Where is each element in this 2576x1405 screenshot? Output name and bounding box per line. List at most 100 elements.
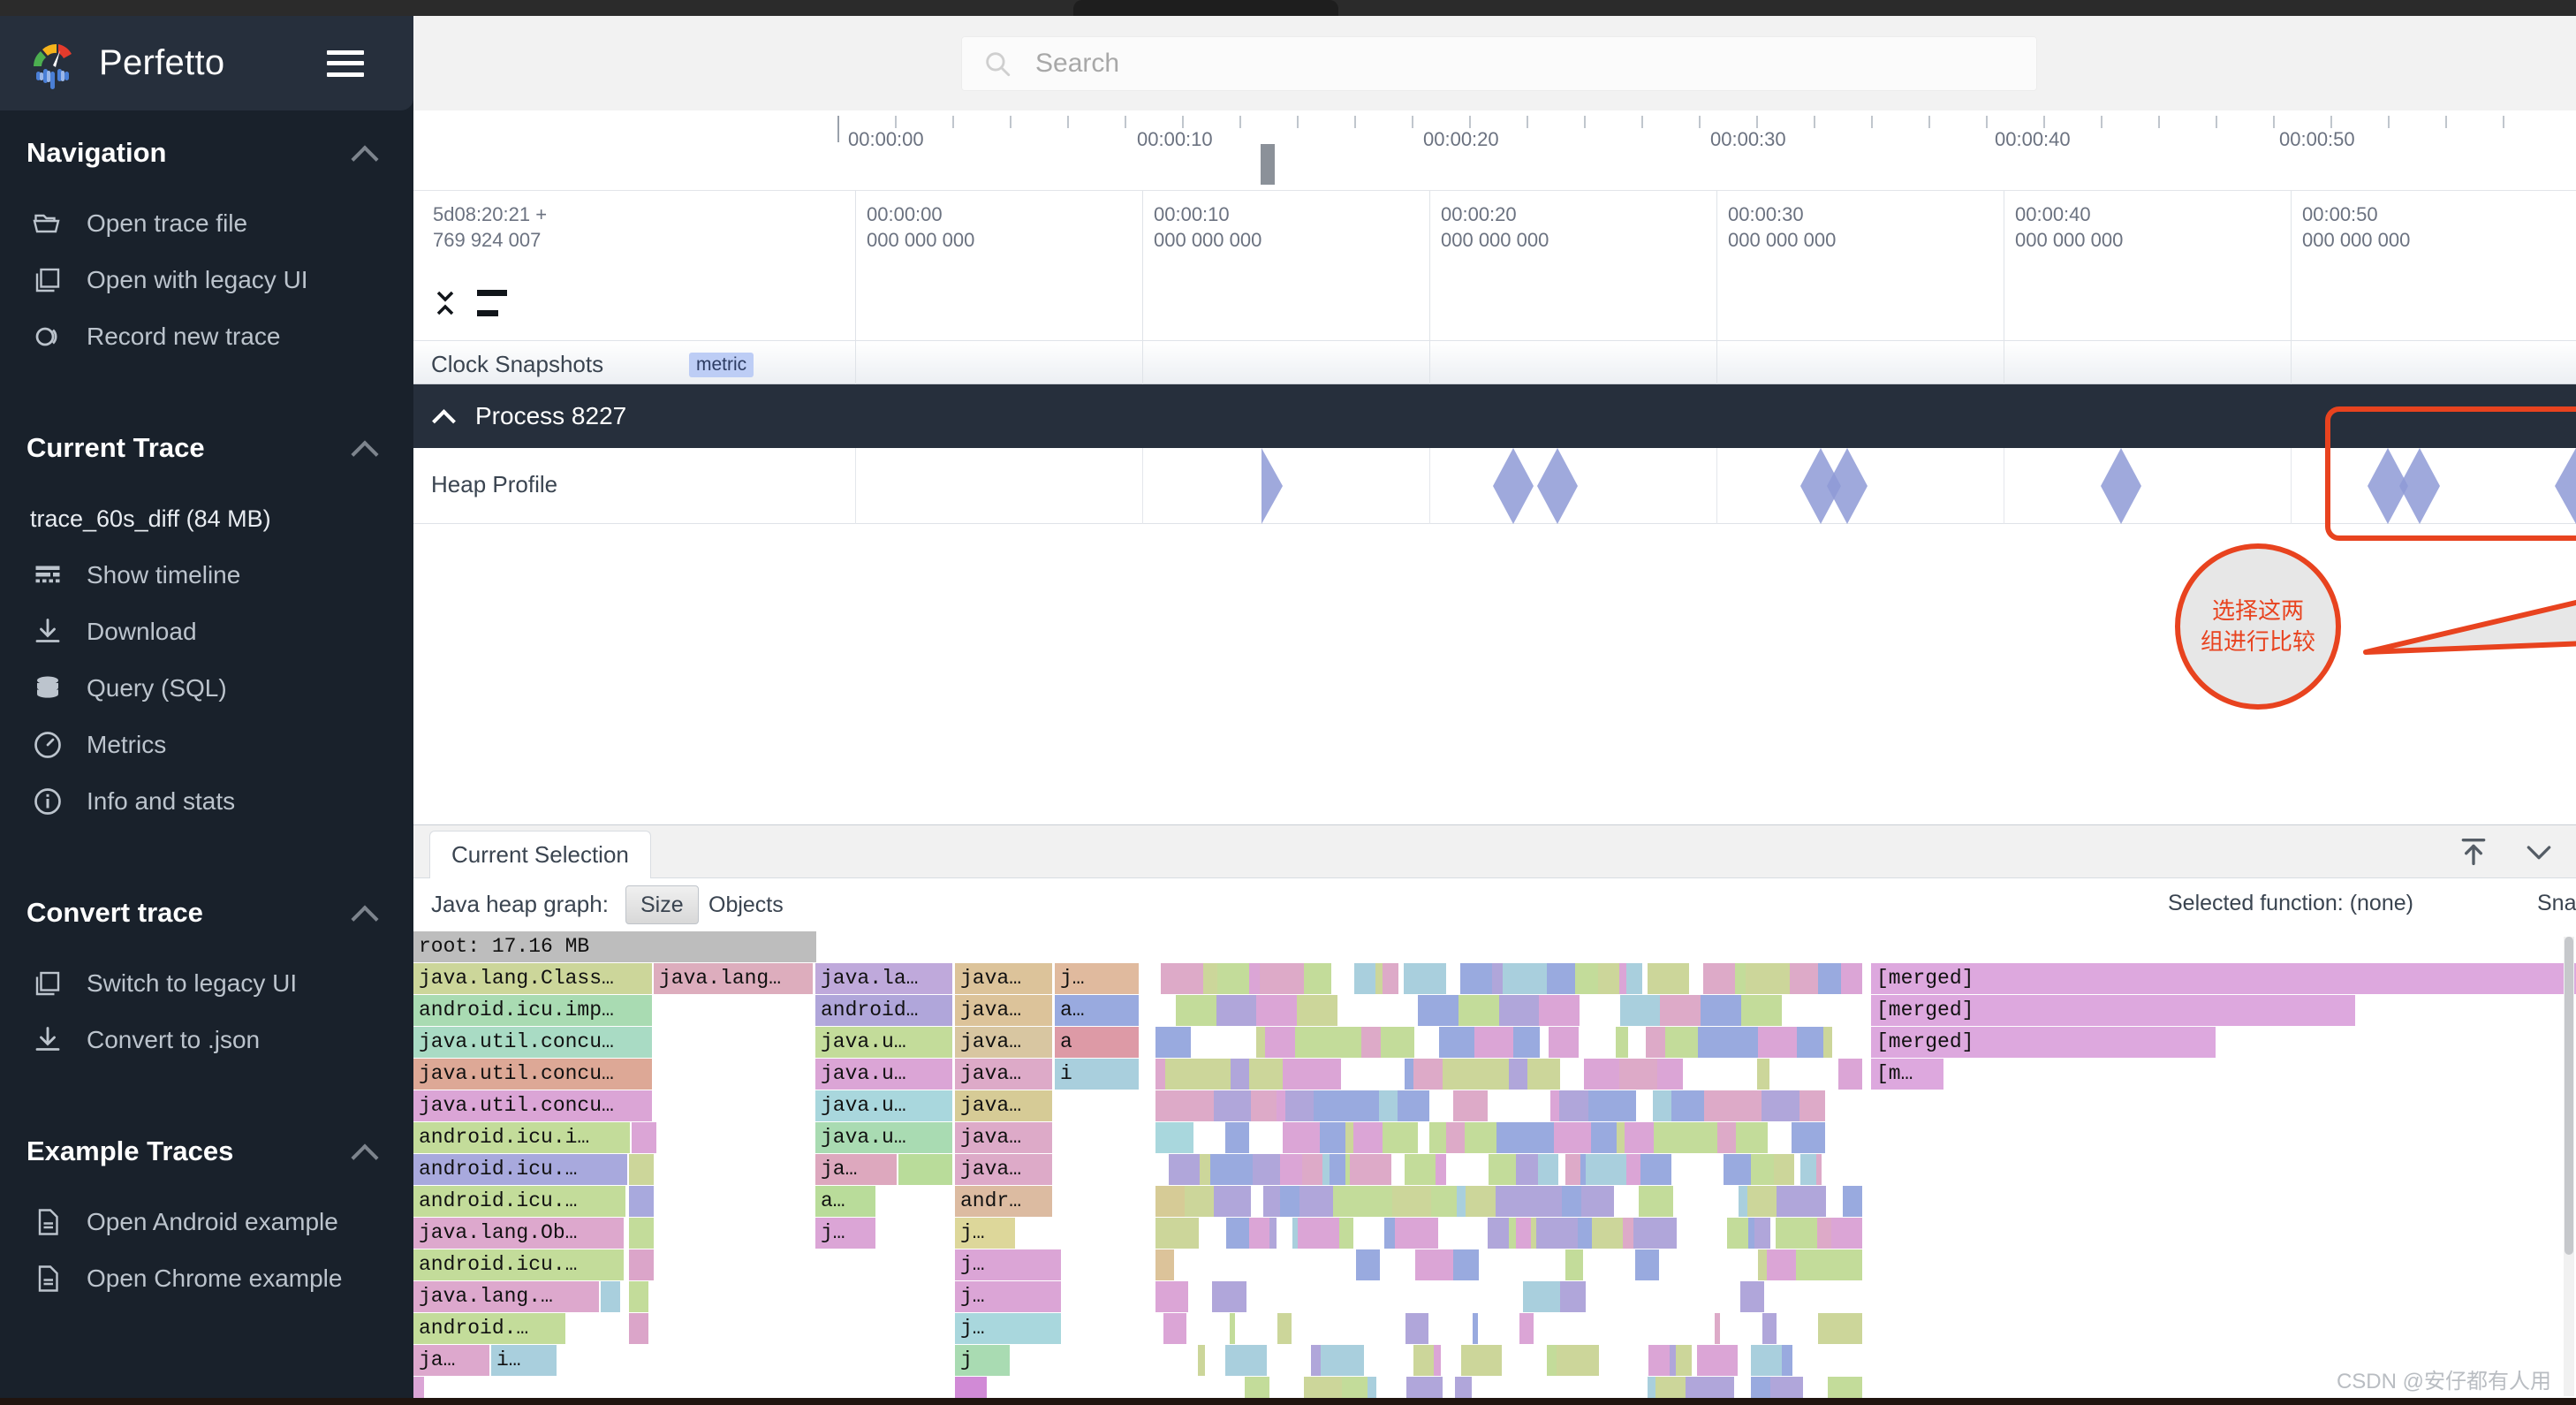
flamegraph-cell[interactable] <box>1155 1345 1178 1376</box>
flamegraph-cell[interactable] <box>1769 1059 1787 1090</box>
flamegraph-cell[interactable] <box>1546 1345 1557 1376</box>
flamegraph-cell[interactable] <box>1414 1249 1453 1280</box>
sidebar-item-show-timeline[interactable]: Show timeline <box>0 547 413 604</box>
flamegraph-cell[interactable] <box>1619 995 1661 1026</box>
flamegraph-cell[interactable] <box>1544 1186 1562 1217</box>
flamegraph-cell[interactable]: java.lang… <box>654 963 813 994</box>
flamegraph-cell[interactable] <box>1381 1027 1415 1058</box>
sidebar-item-metrics[interactable]: Metrics <box>0 717 413 773</box>
flamegraph-cell[interactable] <box>629 1186 654 1217</box>
flamegraph-cell[interactable] <box>1767 1249 1797 1280</box>
flamegraph-cell[interactable]: a… <box>1055 995 1139 1026</box>
flamegraph-cell[interactable] <box>1207 1313 1215 1344</box>
flamegraph-cell[interactable] <box>1652 1090 1672 1121</box>
flamegraph-cell[interactable] <box>1703 1090 1728 1121</box>
flamegraph-cell[interactable] <box>1720 1059 1757 1090</box>
flamegraph-cell[interactable] <box>1184 1186 1215 1217</box>
flamegraph-cell[interactable] <box>1253 1154 1281 1185</box>
flamegraph-cell[interactable] <box>1751 1345 1783 1376</box>
flamegraph-cell[interactable] <box>1758 1027 1798 1058</box>
flamegraph-cell[interactable] <box>1777 1186 1814 1217</box>
flamegraph-cell[interactable] <box>1321 1345 1364 1376</box>
flamegraph-cell[interactable] <box>1793 1154 1801 1185</box>
sidebar-section-current-trace-header[interactable]: Current Trace <box>0 406 413 490</box>
flamegraph-cell[interactable] <box>1525 1090 1551 1121</box>
flamegraph-cell[interactable] <box>1704 1218 1728 1249</box>
flamegraph-cell[interactable] <box>1488 1218 1509 1249</box>
sidebar-item-switch-to-legacy-ui[interactable]: Switch to legacy UI <box>0 955 413 1012</box>
heap-profile-marker[interactable] <box>1827 448 1868 524</box>
flamegraph-cell[interactable] <box>1818 1313 1863 1344</box>
flamegraph-cell[interactable] <box>1762 1090 1799 1121</box>
flamegraph-cell[interactable] <box>1634 1249 1660 1280</box>
flamegraph-cell[interactable] <box>1297 1218 1339 1249</box>
flamegraph-cell[interactable] <box>1178 1090 1214 1121</box>
flamegraph-cell[interactable]: java… <box>955 1027 1052 1058</box>
flamegraph-cell[interactable]: ja… <box>413 1345 489 1376</box>
flamegraph-dense-cells[interactable] <box>1155 1345 1863 1376</box>
flamegraph-cell[interactable] <box>1821 1154 1863 1185</box>
flamegraph-cell[interactable] <box>1299 1186 1333 1217</box>
flamegraph-cell[interactable] <box>1560 1059 1585 1090</box>
flamegraph-cell[interactable] <box>1490 1059 1509 1090</box>
flamegraph-cell[interactable] <box>1841 963 1862 994</box>
chevron-down-icon[interactable] <box>2521 834 2557 870</box>
flamegraph-cell[interactable] <box>1699 1313 1716 1344</box>
flamegraph-dense-cells[interactable] <box>1155 1186 1863 1217</box>
flamegraph-cell[interactable] <box>1428 1122 1446 1153</box>
flamegraph-cell[interactable] <box>1155 1249 1174 1280</box>
flamegraph-cell[interactable] <box>1616 1122 1625 1153</box>
flamegraph-cell[interactable] <box>1430 1186 1458 1217</box>
flamegraph-cell[interactable]: android.icu.… <box>413 1154 627 1185</box>
flamegraph-dense-cells[interactable] <box>1155 1122 1863 1153</box>
flamegraph-cell[interactable] <box>1843 1186 1863 1217</box>
flamegraph-cell[interactable]: i… <box>491 1345 557 1376</box>
flamegraph-cell[interactable] <box>1155 1059 1165 1090</box>
flamegraph-cell[interactable] <box>1619 1313 1648 1344</box>
flamegraph-cell[interactable] <box>1740 1281 1765 1312</box>
flamegraph-cell[interactable] <box>1474 1027 1513 1058</box>
flamegraph-cell[interactable] <box>1205 1345 1221 1376</box>
flamegraph-dense-cells[interactable] <box>1155 1249 1863 1280</box>
flamegraph-cell[interactable] <box>1344 1027 1362 1058</box>
flamegraph-cell[interactable] <box>601 1281 620 1312</box>
flamegraph-cell[interactable]: java.util.concu… <box>413 1090 652 1121</box>
flamegraph-cell[interactable] <box>1751 1154 1774 1185</box>
chevron-up-icon[interactable] <box>352 140 378 166</box>
flamegraph-cell[interactable]: a <box>1055 1027 1139 1058</box>
flamegraph-cell[interactable] <box>629 1218 654 1249</box>
flamegraph-cell[interactable] <box>1322 1249 1356 1280</box>
flamegraph-cell[interactable] <box>1464 1281 1489 1312</box>
flamegraph-cell[interactable] <box>1394 1218 1438 1249</box>
flamegraph-cell[interactable] <box>1519 1313 1534 1344</box>
flamegraph-cell[interactable] <box>1380 1249 1415 1280</box>
flamegraph-cell[interactable] <box>1428 1313 1450 1344</box>
flamegraph-cell[interactable] <box>1417 1122 1429 1153</box>
flamegraph-cell[interactable] <box>1378 1090 1398 1121</box>
flamegraph-cell[interactable] <box>1322 1154 1330 1185</box>
heap-profile-marker[interactable] <box>2101 448 2141 524</box>
scrollbar-thumb[interactable] <box>2565 937 2573 1255</box>
flamegraph-cell[interactable] <box>1446 963 1461 994</box>
flamegraph-cell[interactable] <box>1297 995 1337 1026</box>
flamegraph-cell[interactable] <box>1250 1090 1277 1121</box>
flamegraph-cell[interactable] <box>1584 1059 1619 1090</box>
flamegraph-cell[interactable] <box>1736 1122 1769 1153</box>
flamegraph-cell[interactable] <box>1230 1059 1250 1090</box>
flamegraph-cell[interactable] <box>1457 1186 1466 1217</box>
flamegraph-cell[interactable] <box>1377 995 1419 1026</box>
flamegraph-cell[interactable] <box>1269 1218 1277 1249</box>
flamegraph-cell[interactable] <box>1214 1186 1251 1217</box>
flamegraph-cell[interactable] <box>1383 1281 1396 1312</box>
flamegraph-cell[interactable] <box>1246 1281 1284 1312</box>
flamegraph-cell[interactable] <box>1515 1154 1538 1185</box>
flamegraph-cell[interactable] <box>1259 963 1304 994</box>
flamegraph-cell[interactable] <box>1377 1313 1406 1344</box>
flamegraph-cell[interactable] <box>1502 963 1547 994</box>
flamegraph-cell[interactable] <box>1740 995 1782 1026</box>
flamegraph-cell[interactable] <box>1519 1122 1555 1153</box>
flamegraph-cell[interactable] <box>1625 963 1642 994</box>
flamegraph-cell[interactable] <box>1487 1090 1526 1121</box>
flamegraph-cell[interactable] <box>1318 1281 1348 1312</box>
flamegraph-cell[interactable] <box>1155 995 1176 1026</box>
